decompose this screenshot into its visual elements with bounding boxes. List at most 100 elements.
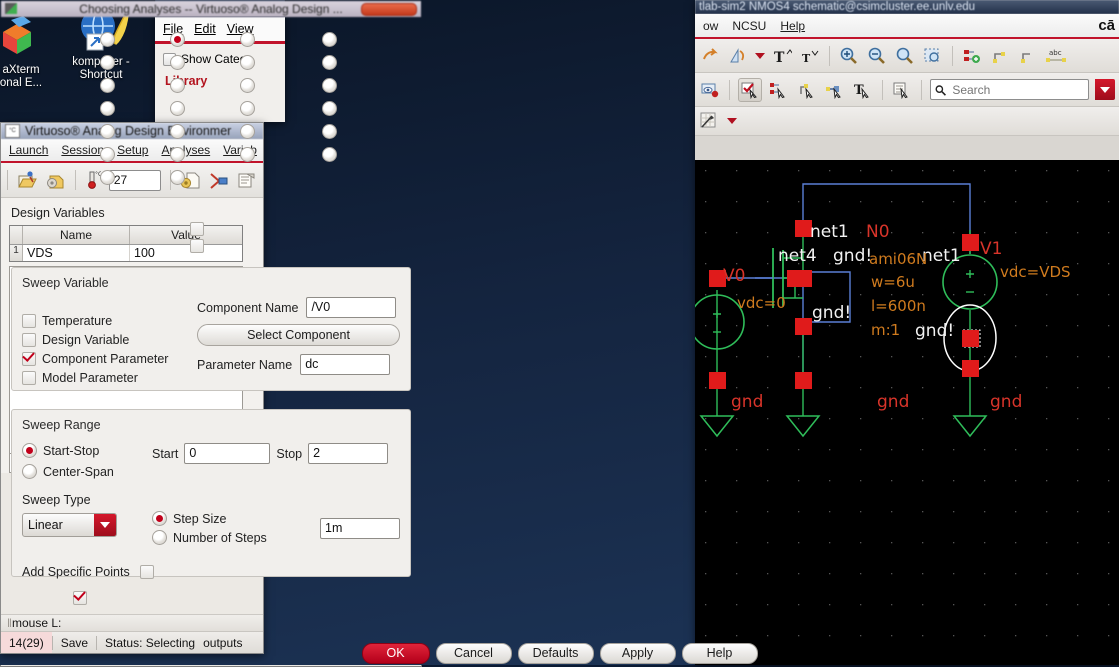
instance-label[interactable]: V0 bbox=[723, 266, 745, 286]
radio-noise[interactable] bbox=[322, 32, 337, 47]
select-instance-icon[interactable] bbox=[768, 79, 790, 101]
radio-dcmatch[interactable] bbox=[240, 55, 255, 70]
menu-window[interactable]: ow bbox=[703, 19, 718, 33]
radio-qpnoise[interactable] bbox=[322, 124, 337, 139]
parameter-name-input[interactable]: dc bbox=[300, 354, 391, 375]
schematic-canvas[interactable]: net1 net4 gnd! net1 gnd! gnd! V0 N0 V1 v… bbox=[695, 160, 1119, 665]
menu-setup[interactable]: Setup bbox=[117, 143, 148, 157]
sweep-range-group[interactable]: Sweep Range Start-Stop Center-Span Start… bbox=[11, 409, 411, 579]
step-mode-step-size[interactable]: Step Size bbox=[152, 511, 320, 526]
radio-xf[interactable] bbox=[100, 55, 115, 70]
save-dc-operating-point-checkbox[interactable] bbox=[190, 222, 204, 236]
radio-ac[interactable] bbox=[240, 32, 255, 47]
radio-step-size[interactable] bbox=[152, 511, 167, 526]
radio-psp[interactable] bbox=[100, 124, 115, 139]
hide-visibility-icon[interactable] bbox=[699, 79, 721, 101]
menu-ncsu[interactable]: NCSU bbox=[732, 19, 766, 33]
pin-square[interactable] bbox=[962, 234, 979, 251]
column-header-value[interactable]: Value bbox=[130, 226, 242, 244]
column-header-name[interactable]: Name bbox=[23, 226, 130, 244]
add-instance-icon[interactable] bbox=[961, 45, 983, 67]
net-label[interactable]: net4 bbox=[778, 246, 817, 266]
design-variable-checkbox[interactable] bbox=[22, 333, 36, 347]
radio-pnoise[interactable] bbox=[240, 101, 255, 116]
radio-qpss[interactable] bbox=[170, 124, 185, 139]
radio-center-span[interactable] bbox=[22, 464, 37, 479]
stop-input[interactable]: 2 bbox=[308, 443, 389, 464]
cell-variable-value[interactable]: 100 bbox=[130, 245, 242, 261]
radio-stb[interactable] bbox=[322, 55, 337, 70]
net-label[interactable]: gnd! bbox=[833, 246, 872, 266]
dialog-button-row[interactable]: OK Cancel Defaults Apply Help bbox=[0, 641, 1119, 665]
menu-launch[interactable]: Launch bbox=[9, 143, 48, 157]
defaults-button[interactable]: Defaults bbox=[517, 642, 594, 664]
zoom-out-icon[interactable] bbox=[866, 45, 888, 67]
ground-label[interactable]: gnd bbox=[877, 392, 909, 412]
radio-sens[interactable] bbox=[170, 55, 185, 70]
netlist-icon[interactable] bbox=[208, 169, 229, 191]
schematic-toolbar-row1[interactable]: T T abc bbox=[695, 39, 1119, 73]
open-session-icon[interactable] bbox=[17, 169, 38, 191]
temperature-input[interactable]: 27 bbox=[108, 169, 162, 191]
radio-qpxf[interactable] bbox=[100, 147, 115, 162]
search-field[interactable] bbox=[930, 79, 1089, 100]
hysteresis-sweep-checkbox[interactable] bbox=[190, 239, 204, 253]
apply-button[interactable]: Apply bbox=[599, 642, 676, 664]
flip-icon[interactable] bbox=[727, 45, 749, 67]
cancel-button[interactable]: Cancel bbox=[435, 642, 512, 664]
parameter-label[interactable]: l=600n bbox=[871, 297, 926, 315]
net-label[interactable]: gnd! bbox=[812, 303, 851, 323]
parameter-label[interactable]: vdc=VDS bbox=[1000, 263, 1071, 281]
design-variables-table[interactable]: Name Value 1 VDS 100 bbox=[9, 225, 243, 262]
menu-analyses[interactable]: Analyses bbox=[161, 143, 210, 157]
parameter-label[interactable]: vdc=0 bbox=[737, 294, 786, 312]
component-name-input[interactable]: /V0 bbox=[306, 297, 397, 318]
ground-label[interactable]: gnd bbox=[731, 392, 763, 412]
radio-hbac[interactable] bbox=[322, 147, 337, 162]
enabled-checkbox[interactable] bbox=[72, 590, 87, 605]
radio-pxf[interactable] bbox=[322, 101, 337, 116]
add-wire-icon[interactable] bbox=[989, 45, 1011, 67]
pin-square[interactable] bbox=[709, 372, 726, 389]
select-pin-icon[interactable] bbox=[824, 79, 846, 101]
grid-dropdown-caret-icon[interactable] bbox=[727, 118, 737, 124]
radio-tran[interactable] bbox=[100, 32, 115, 47]
pin-square-selected[interactable] bbox=[962, 330, 979, 347]
schematic-toolbar-row2[interactable]: T bbox=[695, 73, 1119, 107]
add-wire-name-icon[interactable] bbox=[1017, 45, 1039, 67]
sweep-mode-start-stop[interactable]: Start-Stop bbox=[22, 443, 152, 458]
select-wire-icon[interactable] bbox=[796, 79, 818, 101]
component-parameter-checkbox[interactable] bbox=[22, 352, 36, 366]
radio-pstb[interactable] bbox=[170, 101, 185, 116]
desktop-icon-mobaxterm[interactable]: aXterm onal E... bbox=[0, 14, 64, 90]
sweep-var-component-parameter[interactable]: Component Parameter bbox=[22, 352, 197, 366]
cell-variable-name[interactable]: VDS bbox=[23, 245, 130, 261]
text-up-icon[interactable]: T bbox=[771, 45, 793, 67]
zoom-fit-icon[interactable] bbox=[894, 45, 916, 67]
net-label[interactable]: net1 bbox=[810, 222, 849, 242]
add-specific-points-checkbox[interactable] bbox=[139, 565, 154, 579]
menu-session[interactable]: Session bbox=[61, 143, 104, 157]
radio-pss[interactable] bbox=[322, 78, 337, 93]
parameter-label[interactable]: ami06N bbox=[869, 250, 927, 268]
radio-envlp[interactable] bbox=[240, 78, 255, 93]
close-icon[interactable] bbox=[361, 3, 417, 16]
parameter-label[interactable]: w=6u bbox=[871, 273, 915, 291]
temperature-checkbox[interactable] bbox=[22, 314, 36, 328]
redo-icon[interactable] bbox=[699, 45, 721, 67]
radio-number-of-steps[interactable] bbox=[152, 530, 167, 545]
parameter-label[interactable]: m:1 bbox=[871, 321, 900, 339]
step-size-input[interactable]: 1m bbox=[320, 517, 400, 539]
zoom-in-icon[interactable] bbox=[838, 45, 860, 67]
radio-start-stop[interactable] bbox=[22, 443, 37, 458]
search-input[interactable] bbox=[950, 81, 1084, 98]
text-down-icon[interactable]: T bbox=[799, 45, 821, 67]
pin-square[interactable] bbox=[795, 318, 812, 335]
pin-square[interactable] bbox=[795, 372, 812, 389]
schematic-menubar[interactable]: ow NCSU Help cā bbox=[695, 14, 1119, 39]
sweep-type-dropdown-arrow[interactable] bbox=[94, 514, 116, 536]
radio-qpac[interactable] bbox=[240, 124, 255, 139]
radio-sp[interactable] bbox=[170, 78, 185, 93]
grid-probe-icon[interactable] bbox=[699, 110, 721, 132]
menu-edit[interactable]: Edit bbox=[194, 22, 216, 36]
